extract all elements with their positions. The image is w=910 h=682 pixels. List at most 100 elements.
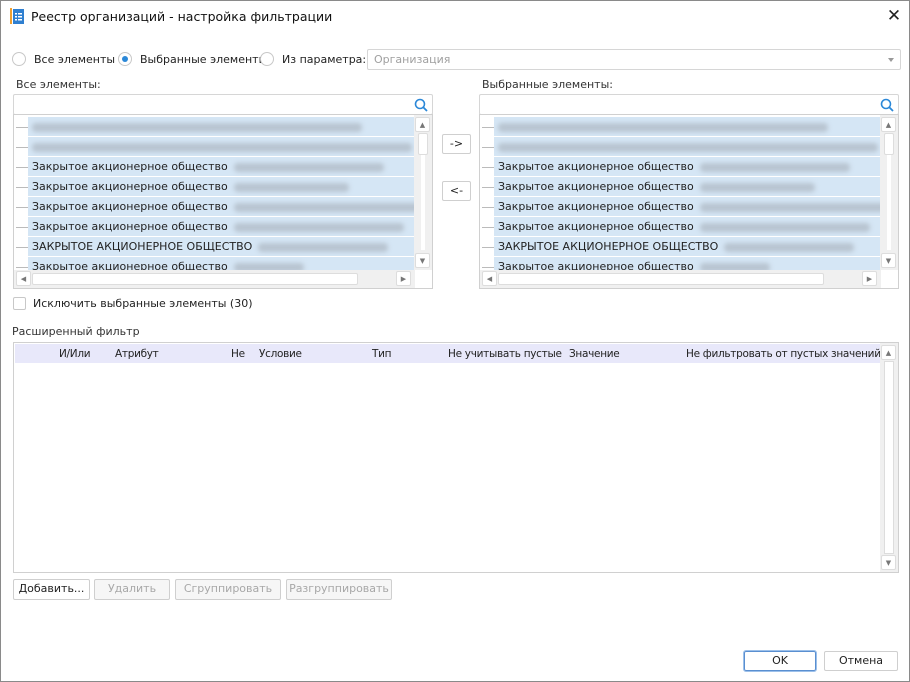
- redacted-text: [258, 242, 389, 252]
- scroll-down-icon[interactable]: ▼: [415, 253, 430, 268]
- list-item-label: Закрытое акционерное общество: [32, 200, 228, 213]
- redacted-text: [498, 122, 828, 132]
- list-item[interactable]: Закрытое акционерное общество: [28, 217, 415, 236]
- list-item[interactable]: [28, 117, 415, 136]
- list-item-label: Закрытое акционерное общество: [498, 220, 694, 233]
- scroll-thumb[interactable]: [884, 361, 894, 554]
- advanced-filter-grid[interactable]: И/Или Атрибут Не Условие Тип Не учитыват…: [13, 342, 899, 573]
- scroll-track[interactable]: [421, 155, 425, 250]
- vertical-scrollbar[interactable]: ▲ ▼: [880, 115, 898, 270]
- list-item[interactable]: Закрытое акционерное общество: [28, 197, 432, 216]
- move-right-button[interactable]: ->: [442, 134, 471, 154]
- scroll-track[interactable]: [887, 155, 891, 250]
- scroll-right-icon[interactable]: ▶: [396, 271, 411, 286]
- combo-value: Организация: [374, 53, 451, 66]
- list-item[interactable]: [494, 137, 881, 156]
- grid-scrollbar[interactable]: ▲ ▼: [880, 343, 898, 572]
- tree-line: [16, 187, 28, 188]
- column-header[interactable]: Тип: [372, 348, 392, 360]
- radio-selected-elements[interactable]: Выбранные элементы: [118, 51, 267, 67]
- list-item-label: Закрытое акционерное общество: [498, 180, 694, 193]
- list-item[interactable]: Закрытое акционерное общество: [494, 177, 881, 196]
- redacted-text: [724, 242, 855, 252]
- scroll-left-icon[interactable]: ◀: [482, 271, 497, 286]
- all-search-input[interactable]: [13, 94, 433, 115]
- column-header[interactable]: Не учитывать пустые: [448, 348, 562, 360]
- selected-elements-list[interactable]: Закрытое акционерное общество Закрытое ак…: [479, 114, 899, 289]
- list-item[interactable]: Закрытое акционерное общество: [494, 157, 881, 176]
- redacted-text: [699, 182, 815, 192]
- column-header[interactable]: И/Или: [59, 348, 91, 360]
- list-item[interactable]: Закрытое акционерное общество: [28, 177, 415, 196]
- search-icon[interactable]: [880, 98, 894, 112]
- list-item[interactable]: Закрытое акционерное общество: [494, 197, 898, 216]
- list-item[interactable]: ЗАКРЫТОЕ АКЦИОНЕРНОЕ ОБЩЕСТВО: [28, 237, 415, 256]
- radio-circle[interactable]: [12, 52, 26, 66]
- move-left-button[interactable]: <-: [442, 181, 471, 201]
- cancel-button[interactable]: Отмена: [824, 651, 898, 671]
- list-item[interactable]: Закрытое акционерное общество: [494, 217, 881, 236]
- vertical-scrollbar[interactable]: ▲ ▼: [414, 115, 432, 270]
- column-header[interactable]: Не фильтровать от пустых значений: [686, 348, 881, 360]
- list-item[interactable]: [28, 137, 415, 156]
- scroll-right-icon[interactable]: ▶: [862, 271, 877, 286]
- selected-elements-label: Выбранные элементы:: [482, 78, 613, 91]
- scroll-up-icon[interactable]: ▲: [415, 117, 430, 132]
- column-header[interactable]: Условие: [259, 348, 302, 360]
- tree-line: [482, 267, 494, 268]
- scroll-thumb[interactable]: [418, 133, 428, 155]
- group-button[interactable]: Сгруппировать: [175, 579, 281, 600]
- tree-line: [482, 227, 494, 228]
- radio-circle[interactable]: [118, 52, 132, 66]
- scroll-left-icon[interactable]: ◀: [16, 271, 31, 286]
- tree-line: [482, 147, 494, 148]
- horizontal-scrollbar[interactable]: ◀ ▶: [480, 270, 881, 288]
- column-header[interactable]: Атрибут: [115, 348, 159, 360]
- scroll-up-icon[interactable]: ▲: [881, 117, 896, 132]
- exclude-selected-checkbox[interactable]: Исключить выбранные элементы (30): [13, 297, 253, 310]
- column-header[interactable]: Не: [231, 348, 245, 360]
- chevron-down-icon[interactable]: [888, 58, 894, 62]
- scroll-up-icon[interactable]: ▲: [881, 345, 896, 360]
- ok-button[interactable]: OK: [743, 650, 817, 672]
- radio-circle[interactable]: [260, 52, 274, 66]
- all-elements-label: Все элементы:: [16, 78, 101, 91]
- delete-button[interactable]: Удалить: [94, 579, 170, 600]
- list-item[interactable]: Закрытое акционерное общество: [28, 157, 415, 176]
- dialog-title: Реестр организаций - настройка фильтраци…: [31, 9, 333, 24]
- column-header[interactable]: Значение: [569, 348, 620, 360]
- list-item[interactable]: ЗАКРЫТОЕ АКЦИОНЕРНОЕ ОБЩЕСТВО: [494, 237, 881, 256]
- tree-line: [482, 187, 494, 188]
- list-item-label: Закрытое акционерное общество: [498, 160, 694, 173]
- radio-label: Выбранные элементы: [140, 52, 268, 66]
- checkbox-box[interactable]: [13, 297, 26, 310]
- scroll-down-icon[interactable]: ▼: [881, 253, 896, 268]
- table-document-icon: [10, 8, 24, 24]
- tree-line: [16, 167, 28, 168]
- list-item-label: ЗАКРЫТОЕ АКЦИОНЕРНОЕ ОБЩЕСТВО: [32, 240, 253, 253]
- selected-search-input[interactable]: [479, 94, 899, 115]
- list-item-label: Закрытое акционерное общество: [498, 200, 694, 213]
- radio-from-parameter[interactable]: Из параметра:: [260, 51, 366, 67]
- close-icon[interactable]: ✕: [885, 7, 903, 25]
- parameter-combo[interactable]: Организация: [367, 49, 901, 70]
- list-item-label: Закрытое акционерное общество: [32, 160, 228, 173]
- radio-label: Из параметра:: [282, 52, 367, 66]
- all-elements-list[interactable]: Закрытое акционерное общество Закрытое ак…: [13, 114, 433, 289]
- list-item[interactable]: [494, 117, 881, 136]
- tree-line: [16, 207, 28, 208]
- add-condition-button[interactable]: Добавить...: [13, 579, 90, 600]
- scroll-down-icon[interactable]: ▼: [881, 555, 896, 570]
- radio-label: Все элементы: [34, 52, 116, 66]
- tree-line: [482, 167, 494, 168]
- radio-all-elements[interactable]: Все элементы: [12, 51, 115, 67]
- list-item-label: Закрытое акционерное общество: [32, 180, 228, 193]
- redacted-text: [233, 202, 432, 212]
- scroll-thumb[interactable]: [498, 273, 824, 285]
- search-icon[interactable]: [414, 98, 428, 112]
- scroll-thumb[interactable]: [32, 273, 358, 285]
- scroll-thumb[interactable]: [884, 133, 894, 155]
- ungroup-button[interactable]: Разгруппировать: [286, 579, 392, 600]
- redacted-text: [32, 122, 362, 132]
- horizontal-scrollbar[interactable]: ◀ ▶: [14, 270, 415, 288]
